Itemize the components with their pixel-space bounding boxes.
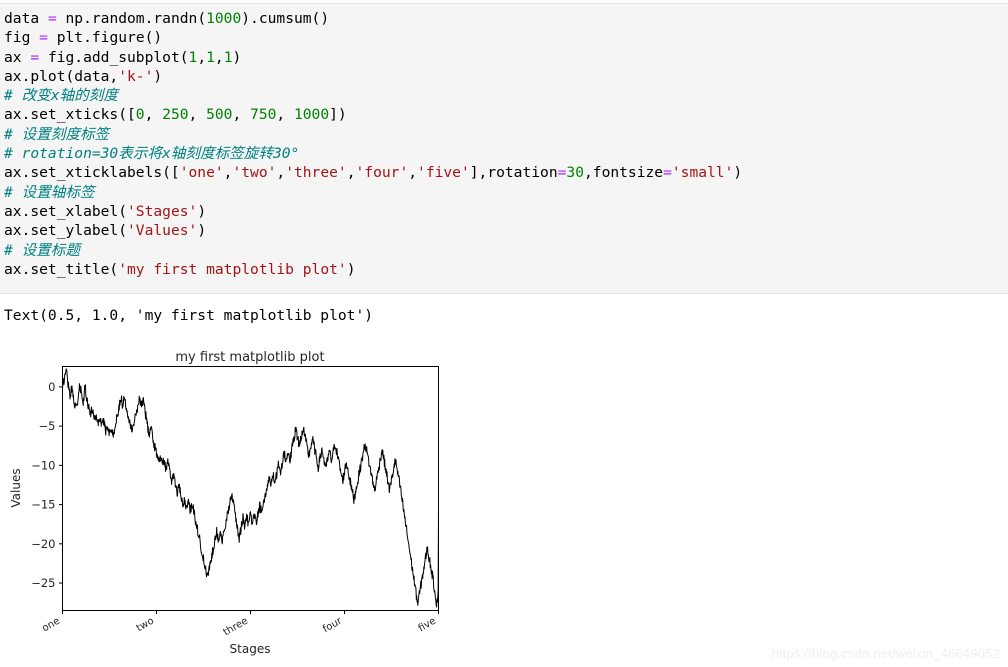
code-line: # rotation=30表示将x轴刻度标签旋转30° [4, 144, 1008, 163]
code-token-op: = [47, 10, 57, 27]
code-token-str: 'small' [671, 164, 734, 182]
code-line: # 设置轴标签 [4, 183, 1008, 202]
code-token-plain: fig [4, 29, 40, 47]
code-cell[interactable]: data = np.random.randn(1000).cumsum() fig… [0, 3, 1008, 294]
chart-title: my first matplotlib plot [175, 350, 324, 365]
code-token-plain: , [214, 48, 224, 66]
y-tick-label: −25 [31, 576, 55, 590]
code-token-plain: np.random.randn( [56, 10, 207, 27]
code-token-str: 'k-' [118, 67, 154, 85]
code-token-cmt: # 设置刻度标签 [4, 125, 110, 143]
code-token-plain: , [232, 106, 251, 124]
x-tick-label: five [417, 616, 438, 635]
x-tick-label: two [135, 616, 156, 635]
code-line: ax.set_xlabel('Stages') [4, 202, 1008, 221]
code-token-op: = [39, 29, 48, 47]
code-token-cmt: # 改变x轴的刻度 [4, 87, 118, 105]
y-tick-label: −20 [31, 537, 55, 551]
code-line: ax.set_ylabel('Values') [4, 221, 1008, 240]
code-token-plain: , [188, 106, 207, 124]
code-output-text: Text(0.5, 1.0, 'my first matplotlib plot… [4, 307, 374, 324]
code-token-plain: , [144, 106, 163, 124]
x-tick-label: four [321, 615, 345, 635]
code-token-cmt: # 设置轴标签 [4, 183, 95, 201]
code-token-plain: ax [4, 48, 31, 66]
y-tick-label: −5 [39, 419, 56, 433]
code-token-num: 1000 [293, 106, 330, 124]
code-token-plain: ) [197, 202, 207, 220]
code-line: ax.plot(data,'k-') [4, 67, 1008, 86]
code-line: ax = fig.add_subplot(1,1,1) [4, 48, 1008, 67]
code-token-str: 'four' [355, 164, 409, 182]
code-token-plain: ax.plot(data, [4, 67, 119, 85]
x-tick-label: three [222, 616, 250, 639]
code-line: ax.set_title('my first matplotlib plot') [4, 260, 1008, 279]
code-token-plain: ) [346, 260, 356, 278]
code-token-plain: ],rotation [469, 164, 558, 182]
code-token-plain: ax.set_ylabel( [4, 222, 128, 240]
code-token-plain: ax.set_xticks([ [4, 106, 136, 124]
code-line: # 设置刻度标签 [4, 125, 1008, 144]
plot-svg: my first matplotlib plot Values Stages 0… [9, 350, 439, 656]
code-token-plain: ) [733, 164, 743, 182]
code-line: # 改变x轴的刻度 [4, 86, 1008, 105]
code-token-plain: ]) [329, 106, 347, 124]
code-token-str: 'Stages' [127, 202, 198, 220]
y-axis-label: Values [9, 468, 23, 507]
code-token-op: = [30, 48, 40, 66]
code-line: fig = plt.figure() [4, 28, 1008, 47]
y-axis-ticks: 0 −5 −10 −15 −20 −25 [31, 380, 63, 590]
code-token-num: 30 [566, 164, 584, 182]
code-token-cmt: # 设置标题 [4, 241, 80, 259]
code-token-cmt: # rotation=30表示将x轴刻度标签旋转30° [4, 145, 300, 163]
code-token-num: 0 [135, 106, 145, 124]
code-token-str: 'five' [417, 164, 470, 182]
code-token-str: 'Values' [127, 222, 198, 240]
code-token-plain: , [408, 164, 418, 182]
code-token-plain: , [346, 164, 356, 182]
code-token-plain: ) [153, 67, 163, 85]
code-token-plain: ).cumsum() [241, 10, 330, 27]
code-token-plain: ax.set_title( [4, 260, 119, 278]
code-token-op: = [663, 164, 672, 182]
y-tick-label: −15 [31, 498, 55, 512]
matplotlib-figure: my first matplotlib plot Values Stages 0… [0, 336, 500, 667]
code-line: ax.set_xticks([0, 250, 500, 750, 1000]) [4, 105, 1008, 124]
x-axis-label: Stages [230, 642, 271, 656]
code-token-plain: fig.add_subplot( [39, 48, 189, 66]
y-tick-label: −10 [31, 458, 55, 472]
code-token-num: 1 [188, 48, 198, 66]
code-token-plain: , [276, 106, 294, 124]
code-token-str: 'one' [179, 164, 224, 182]
code-token-num: 1 [206, 48, 215, 66]
code-token-plain: ax.set_xlabel( [4, 202, 128, 220]
watermark-url: https://blog.csdn.net/weixin_46649052 [771, 646, 1000, 661]
code-token-num: 750 [250, 106, 277, 124]
code-line: data = np.random.randn(1000).cumsum() [4, 9, 1008, 28]
code-line: # 设置标题 [4, 241, 1008, 260]
code-token-str: 'three' [285, 164, 347, 182]
plot-axes-frame [62, 366, 439, 611]
code-line: ax.set_xticklabels(['one','two','three',… [4, 163, 1008, 182]
code-token-num: 500 [206, 106, 233, 124]
code-token-num: 1000 [206, 10, 242, 27]
code-token-str: 'two' [232, 164, 277, 182]
code-token-str: 'my first matplotlib plot' [118, 260, 347, 278]
x-tick-label: one [40, 616, 62, 635]
code-token-plain: ax.set_xticklabels([ [4, 164, 180, 182]
code-token-plain: ,fontsize [584, 164, 664, 182]
code-token-num: 250 [162, 106, 189, 124]
code-token-plain: ) [232, 48, 242, 66]
code-token-num: 1 [223, 48, 233, 66]
code-token-plain: plt.figure() [47, 29, 163, 47]
code-token-plain: , [197, 48, 207, 66]
code-token-plain: data [4, 10, 48, 27]
x-axis-ticks: one two three four five [40, 610, 439, 639]
y-tick-label: 0 [48, 380, 55, 394]
code-token-plain: ) [197, 222, 207, 240]
code-token-plain: , [276, 164, 286, 182]
